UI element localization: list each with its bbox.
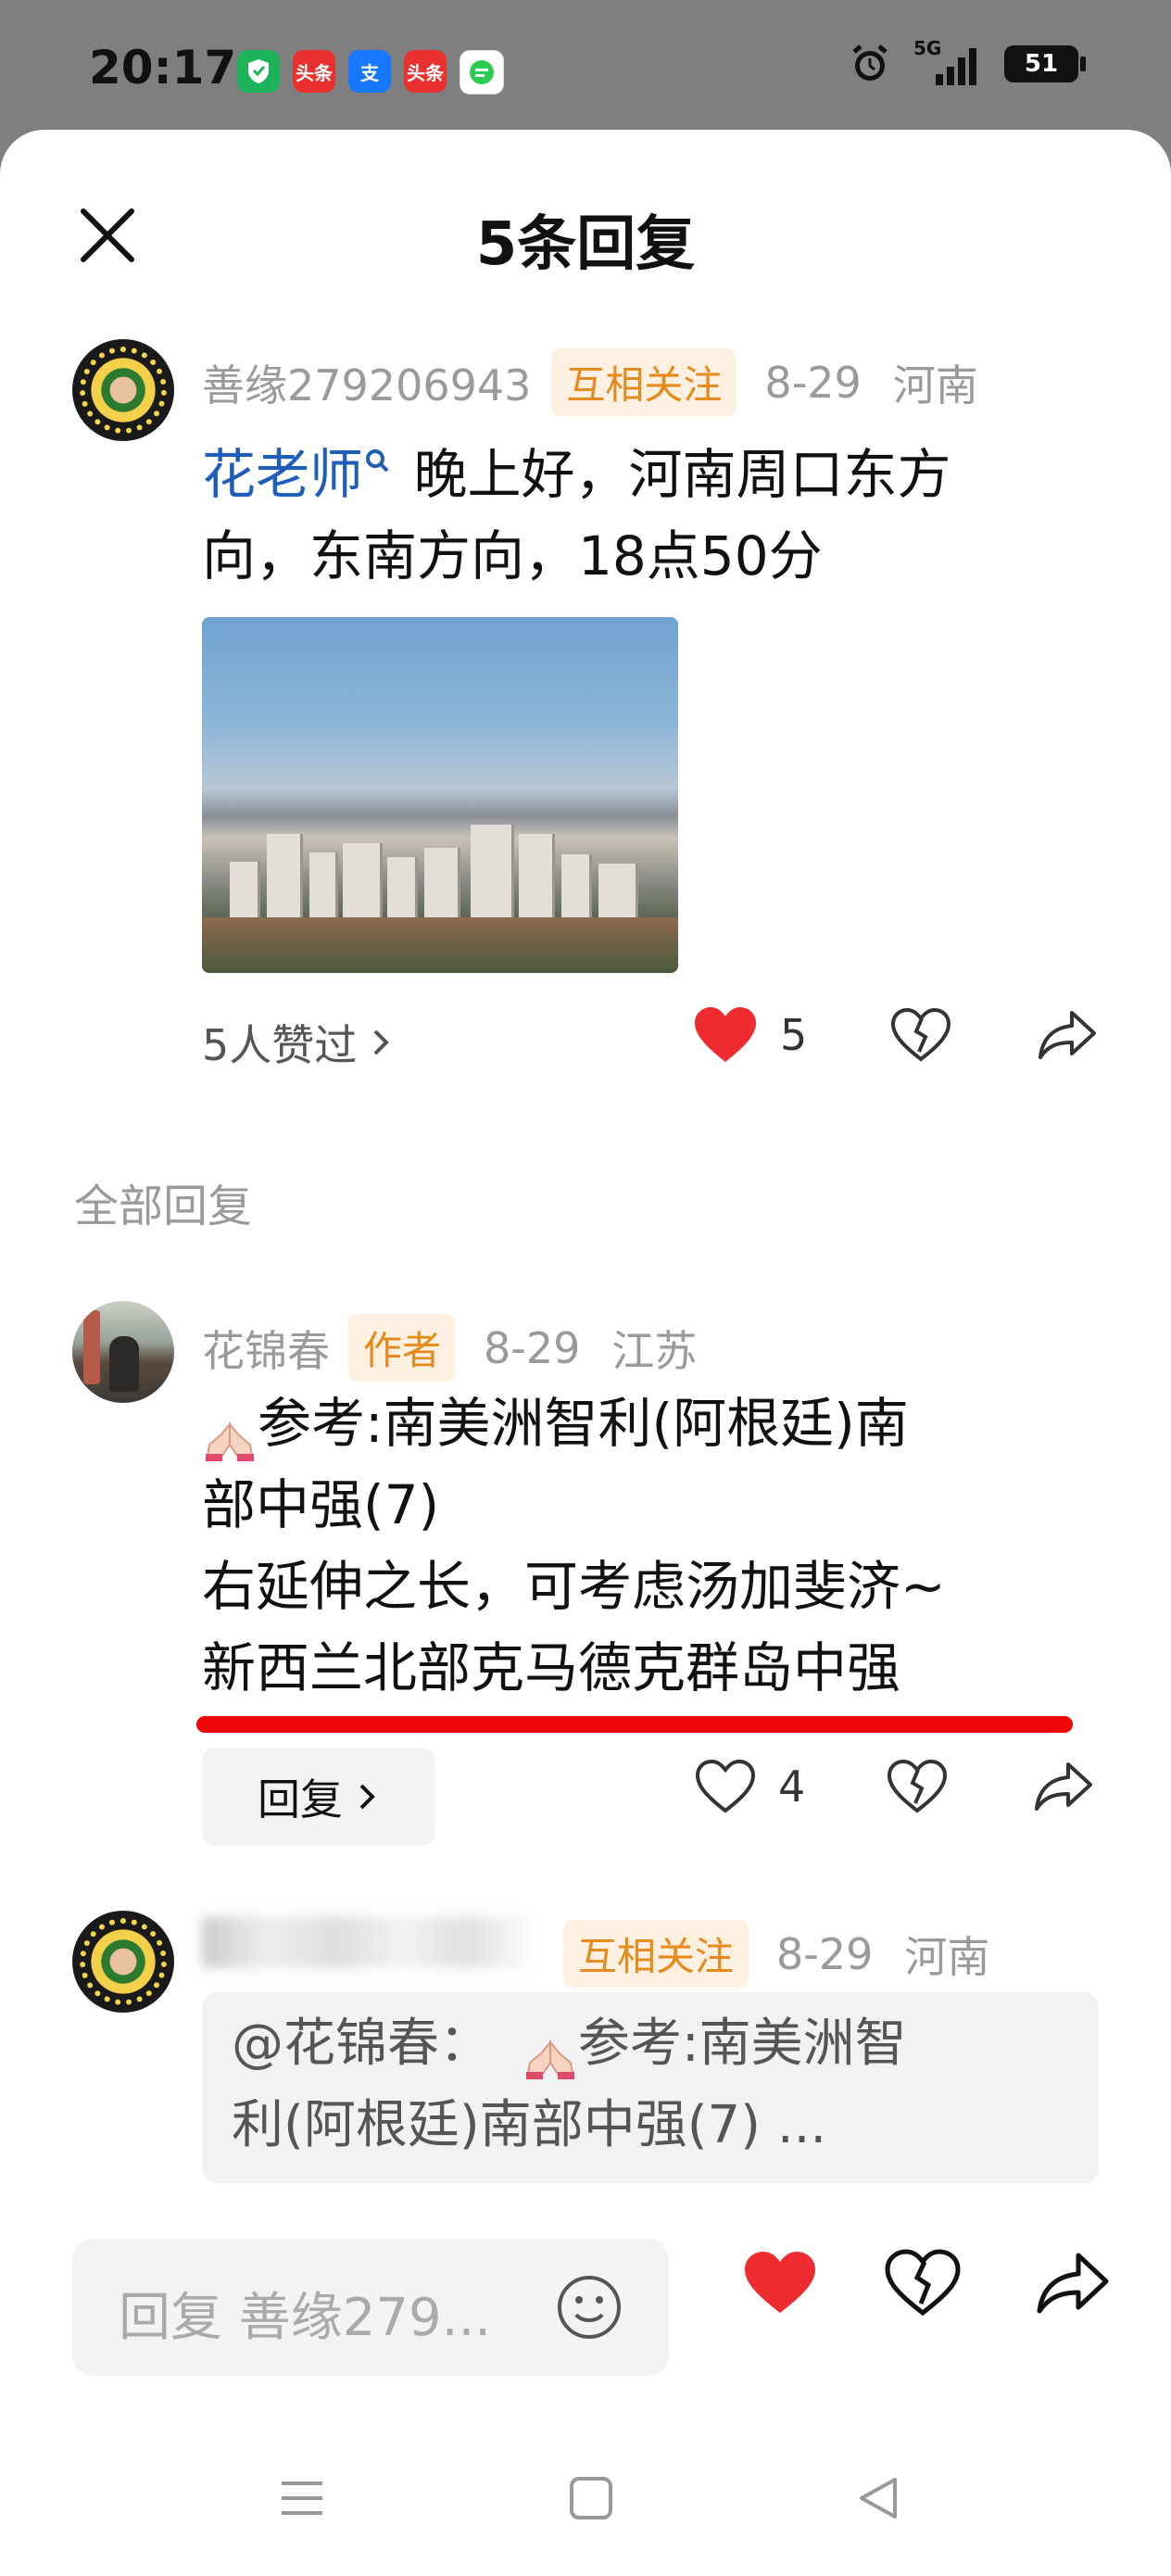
praying-hands-icon [523, 2024, 578, 2079]
share-icon[interactable] [1035, 1005, 1100, 1065]
like-count: 4 [778, 1762, 806, 1812]
share-icon[interactable] [1034, 2248, 1112, 2318]
back-icon[interactable] [854, 2474, 902, 2522]
comment-photo[interactable] [202, 617, 678, 973]
shield-app-icon [237, 50, 280, 93]
comment-actions: 5 [691, 1004, 1100, 1066]
reply-text-line: 右延伸之长，可考虑汤加斐济~ [202, 1555, 946, 1618]
page-title: 5条回复 [475, 210, 696, 279]
comment-text: 花老师 晚上好，河南周口东方 向，东南方向，18点50分 [202, 434, 1128, 597]
status-bar: 20:17 头条 支 头条 5G 51 [0, 0, 1171, 134]
heart-filled-icon[interactable] [741, 2248, 819, 2318]
like-button[interactable]: 5 [691, 1004, 807, 1066]
avatar[interactable] [72, 1911, 174, 2013]
toutiao-lite-app-icon: 头条 [404, 50, 447, 93]
reply-button[interactable]: 回复 [202, 1748, 435, 1846]
status-badge: 互相关注 [563, 1920, 749, 1988]
author-badge: 作者 [348, 1314, 457, 1382]
author-name[interactable]: 花锦春 [202, 1318, 330, 1379]
dislike-icon[interactable] [885, 1757, 950, 1816]
likes-summary-text: 5人赞过 [202, 1020, 358, 1070]
mention-link[interactable]: 花老师 [202, 443, 363, 506]
comment-location: 江苏 [611, 1325, 698, 1376]
comment-text-line: 晚上好，河南周口东方 [413, 443, 951, 506]
battery-icon: 51 [1004, 45, 1086, 82]
blurred-author-name[interactable] [202, 1916, 535, 1968]
author-name[interactable]: 善缘279206943 [202, 352, 531, 413]
signal-icon: 5G [913, 37, 984, 87]
comment-location: 河南 [904, 1931, 990, 1982]
praying-hands-icon [202, 1404, 258, 1461]
quoted-reply[interactable]: @花锦春： 参考:南美洲智 利(阿根廷)南部中强(7) ... [202, 1992, 1099, 2183]
toutiao-app-icon: 头条 [293, 50, 335, 93]
share-icon[interactable] [1031, 1757, 1096, 1816]
comment-location: 河南 [892, 360, 978, 410]
liked-by-summary[interactable]: 5人赞过 [202, 1012, 396, 1073]
like-button[interactable]: 4 [693, 1757, 805, 1816]
status-badge: 互相关注 [551, 348, 737, 416]
comment-text-line: 向，东南方向，18点50分 [202, 524, 823, 587]
comment-date: 8-29 [764, 357, 862, 408]
reply-input[interactable]: 回复 善缘279... [72, 2239, 669, 2376]
replies-sheet: 5条回复 善缘279206943 互相关注 8-29 河南 花老师 晚上好，河南… [0, 130, 1171, 2576]
menu-icon[interactable] [278, 2474, 326, 2522]
comment-meta: 善缘279206943 互相关注 8-29 河南 [202, 348, 978, 416]
quoted-mention: @花锦春： [232, 2014, 491, 2074]
reply-input-placeholder: 回复 善缘279... [119, 2288, 492, 2348]
quoted-text-line: 利(阿根廷)南部中强(7) ... [232, 2095, 827, 2155]
comment-meta: 花锦春 作者 8-29 江苏 [202, 1314, 697, 1382]
comment-date: 8-29 [484, 1322, 581, 1373]
chevron-right-icon [359, 1784, 375, 1810]
search-icon [366, 449, 389, 473]
dislike-icon[interactable] [888, 1005, 953, 1065]
quoted-text: @花锦春： 参考:南美洲智 利(阿根廷)南部中强(7) ... [232, 2003, 907, 2166]
reply-text-line: 新西兰北部克马德克群岛中强 [202, 1636, 901, 1699]
status-time: 20:17 [89, 41, 237, 95]
emoji-icon[interactable] [554, 2272, 624, 2342]
message-app-icon [460, 50, 504, 95]
alarm-icon [852, 44, 888, 81]
home-icon[interactable] [567, 2474, 615, 2522]
reply-text-line: 参考:南美洲智利(阿根廷)南 [258, 1392, 909, 1455]
system-nav-bar [0, 2428, 1171, 2576]
comment-meta: 互相关注 8-29 河南 [563, 1920, 989, 1988]
like-count: 5 [780, 1010, 808, 1060]
chevron-right-icon [373, 1029, 390, 1055]
dislike-icon[interactable] [884, 2248, 962, 2318]
avatar[interactable] [72, 1301, 174, 1403]
notification-icons: 头条 支 头条 [237, 50, 504, 95]
reply-text: 参考:南美洲智利(阿根廷)南 部中强(7) 右延伸之长，可考虑汤加斐济~ 新西兰… [202, 1383, 1147, 1709]
alipay-app-icon: 支 [348, 50, 391, 93]
red-underline-annotation [196, 1716, 1073, 1733]
heart-filled-icon [695, 1007, 756, 1062]
comment-date: 8-29 [776, 1928, 874, 1979]
reply-actions: 4 [693, 1757, 1096, 1816]
all-replies-label: 全部回复 [74, 1181, 253, 1232]
reply-button-label: 回复 [258, 1774, 343, 1825]
heart-outline-icon [695, 1759, 756, 1813]
quoted-text-line: 参考:南美洲智 [577, 2014, 907, 2074]
reply-text-line: 部中强(7) [202, 1473, 440, 1536]
avatar[interactable] [72, 339, 174, 441]
system-indicators: 5G 51 [847, 37, 1086, 87]
